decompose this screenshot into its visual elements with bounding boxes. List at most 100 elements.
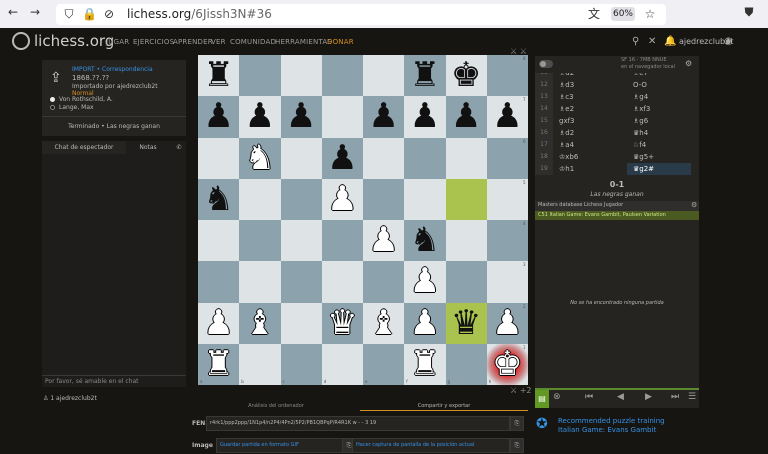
move-black[interactable]: ♘f4 [627,139,691,151]
square-g6[interactable] [445,137,487,179]
square-d1[interactable] [321,343,363,385]
move-white[interactable]: ♗e2 [553,103,617,115]
search-icon[interactable]: ⚲ [632,36,639,47]
book-icon[interactable]: ▤ [535,390,549,408]
fen-field[interactable]: r4rk1/ppp2ppp/1N1p4/n2P4/4Pn2/5P2/PB1QBP… [206,416,510,431]
move-black[interactable]: O-O [627,79,691,91]
screenshot-link[interactable]: Hacer captura de pantalla de la posición… [352,438,510,453]
square-h8[interactable] [486,55,528,97]
nav-tools[interactable]: HERRAMIENTAS [275,38,332,46]
phone-icon[interactable]: ✆ [172,141,186,154]
square-h5[interactable] [486,178,528,220]
square-g1[interactable] [445,343,487,385]
black-rook-f8[interactable]: ♜ [404,55,445,96]
square-b8[interactable] [239,55,281,97]
tab-spectator-chat[interactable]: Chat de espectador [42,141,126,154]
white-queen-d2[interactable]: ♛ [322,303,363,344]
nav-watch[interactable]: VER [211,38,226,46]
chat-input[interactable]: Por favor, sé amable en el chat [42,375,186,387]
white-rook-f1[interactable]: ♜ [404,344,445,385]
square-h3[interactable] [486,261,528,303]
white-bishop-e2[interactable]: ♝ [363,303,404,344]
square-c6[interactable] [280,137,322,179]
move-black[interactable]: ♗g4 [627,91,691,103]
square-g5[interactable] [445,178,487,220]
black-pawn-e7[interactable]: ♟ [363,96,404,137]
square-a3[interactable] [198,261,240,303]
move-white[interactable]: ♔h1 [553,163,617,175]
square-g3[interactable] [445,261,487,303]
square-c5[interactable] [280,178,322,220]
white-knight-b6[interactable]: ♞ [239,138,280,179]
puzzle-title[interactable]: Recommended puzzle training [558,417,665,425]
lock-icon[interactable]: 🔒 [82,7,97,21]
white-rook-a1[interactable]: ♜ [198,344,239,385]
copy-fen-button[interactable]: ⎘ [510,416,524,431]
black-knight-a5[interactable]: ♞ [198,179,239,220]
move-black[interactable]: ♛g2# [627,163,691,175]
lichess-logo-icon[interactable] [12,32,30,50]
nav-play[interactable]: JUGAR [106,38,129,46]
shield-icon[interactable]: ⛉ [62,7,76,21]
nav-community[interactable]: COMUNIDAD [230,38,276,46]
move-black[interactable]: ♛g5+ [627,151,691,163]
square-b5[interactable] [239,178,281,220]
square-b3[interactable] [239,261,281,303]
black-pawn-h7[interactable]: ♟ [487,96,528,137]
move-white[interactable]: ♗c3 [553,91,617,103]
puzzle-recommendation[interactable]: ✪ Recommended puzzle training Italian Ga… [536,416,696,436]
square-f5[interactable] [404,178,446,220]
player-black[interactable]: Lange, Max [50,104,94,111]
black-rook-a8[interactable]: ♜ [198,55,239,96]
nav-learn[interactable]: APRENDER [173,38,213,46]
move-black[interactable]: ♗xf3 [627,103,691,115]
square-d4[interactable] [321,220,363,262]
site-logo-text[interactable]: lichess.org [34,32,114,50]
square-h6[interactable] [486,137,528,179]
game-import-title[interactable]: IMPORT • Correspondencia [72,66,153,73]
practice-icon[interactable]: ⊗ [553,392,561,402]
move-white[interactable]: ♗a4 [553,139,617,151]
square-c2[interactable] [280,302,322,344]
square-c3[interactable] [280,261,322,303]
chess-board[interactable]: ♜ ♜ ♚ ♟ ♟ ♟ ♟ ♟ ♟ ♟ ♞ ♟ ♞ ♟ ♟ ♞ ♟ ♟ ♝ ♛ ♝ ♟ ♛ ♟ ♜ ♜ ♚ a b c d e f g h 8 7 6 5 4… [198,55,528,385]
user-avatar-icon[interactable]: ◉ [724,36,733,47]
permissions-icon[interactable]: ⊘ [102,7,116,21]
engine-settings-icon[interactable]: ⚙ [685,59,692,68]
back-icon[interactable]: ← [6,5,20,19]
next-move-icon[interactable]: ▶ [645,392,652,402]
white-pawn-f2[interactable]: ♟ [404,303,445,344]
square-e6[interactable] [363,137,405,179]
black-pawn-b7[interactable]: ♟ [239,96,280,137]
forward-icon[interactable]: → [28,5,42,19]
move-black[interactable]: ♛h4 [627,127,691,139]
white-pawn-e4[interactable]: ♟ [363,220,404,261]
move-white[interactable]: ♗d3 [553,79,617,91]
white-pawn-d5[interactable]: ♟ [322,179,363,220]
black-pawn-a7[interactable]: ♟ [198,96,239,137]
square-g4[interactable] [445,220,487,262]
explorer-tabs[interactable]: Masters database Lichess Jugador [538,202,623,208]
black-king-g8[interactable]: ♚ [446,55,487,96]
square-a4[interactable] [198,220,240,262]
white-bishop-b2[interactable]: ♝ [239,303,280,344]
black-pawn-d6[interactable]: ♟ [322,138,363,179]
white-king-h1[interactable]: ♚ [487,344,528,385]
screenshot-icon[interactable]: ⎘ [510,438,524,453]
bookmark-star-icon[interactable]: ☆ [643,7,657,21]
move-white[interactable]: gxf3 [553,115,617,127]
first-move-icon[interactable]: ⏮ [585,392,593,402]
prev-move-icon[interactable]: ◀ [617,392,624,402]
white-pawn-a2[interactable]: ♟ [198,303,239,344]
square-a6[interactable] [198,137,240,179]
pocket-icon[interactable]: ⛊ [742,5,756,19]
tab-notes[interactable]: Notas [126,141,170,154]
player-white[interactable]: Von Rothschild, A. [50,96,113,103]
square-b4[interactable] [239,220,281,262]
close-icon[interactable]: ✕ [648,36,656,47]
save-gif-link[interactable]: Guardar partida en formato GIF [216,438,348,453]
black-pawn-c7[interactable]: ♟ [281,96,322,137]
notifications-icon[interactable]: 🔔 [664,36,676,47]
move-white[interactable]: ♗d2 [553,127,617,139]
board-bottom-icons[interactable]: ⚔ +2 [510,386,532,395]
